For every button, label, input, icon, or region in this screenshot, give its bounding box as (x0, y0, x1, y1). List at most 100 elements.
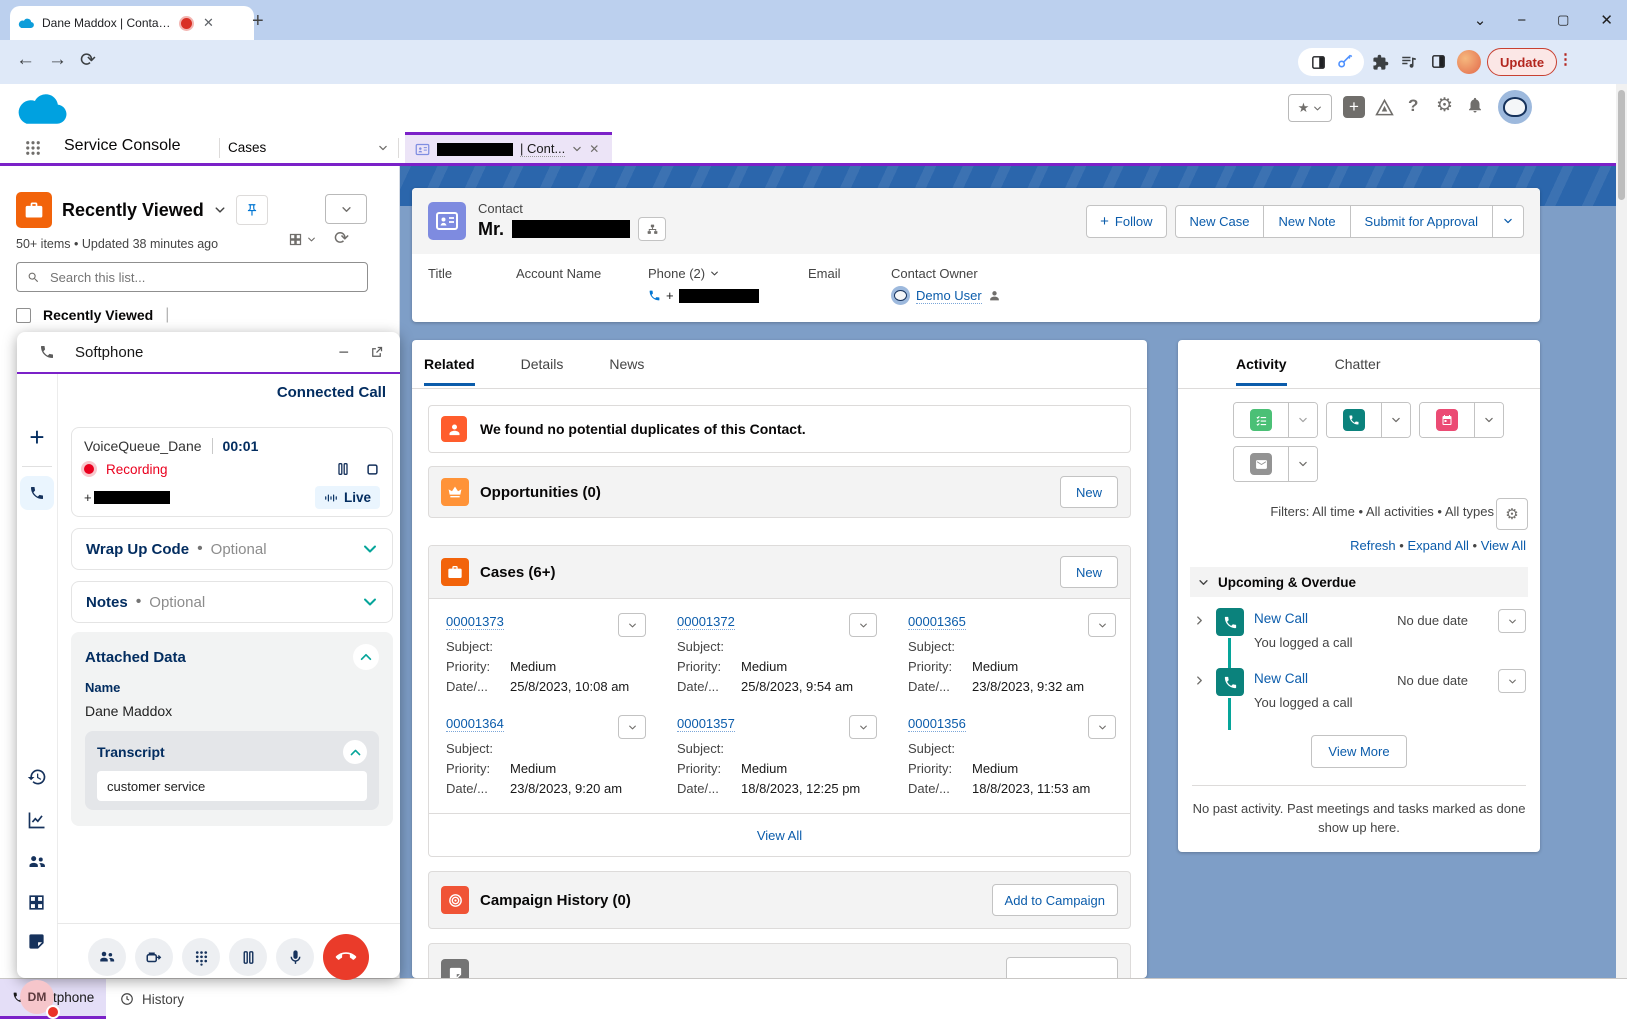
help-icon[interactable]: ? (1408, 96, 1418, 116)
tab-activity[interactable]: Activity (1236, 342, 1287, 386)
window-maximize-button[interactable]: ▢ (1557, 12, 1569, 28)
email-chevron-button[interactable] (1288, 447, 1317, 481)
nav-item-cases[interactable]: Cases (228, 132, 388, 163)
notes-section[interactable]: Notes • Optional (71, 581, 393, 623)
new-event-button[interactable] (1420, 403, 1474, 437)
tab-news[interactable]: News (609, 342, 644, 386)
console-tab-contact[interactable]: | Cont... ✕ (405, 132, 612, 163)
pin-button[interactable] (236, 195, 268, 225)
case-link[interactable]: 00001373 (446, 614, 504, 630)
tab-close-icon[interactable]: ✕ (589, 142, 599, 156)
tab-search-chevron-icon[interactable]: ⌄ (1474, 11, 1487, 29)
follow-button[interactable]: + Follow (1086, 205, 1166, 238)
case-link[interactable]: 00001356 (908, 716, 966, 732)
browser-profile-avatar[interactable] (1457, 50, 1481, 74)
transcript-value[interactable]: customer service (97, 771, 367, 801)
refresh-link[interactable]: Refresh (1350, 538, 1396, 553)
owner-link[interactable]: Demo User (916, 288, 982, 304)
collapse-button[interactable] (353, 644, 379, 670)
global-actions-icon[interactable]: + (1343, 96, 1365, 118)
history-icon[interactable] (27, 767, 47, 787)
app-launcher-waffle-icon[interactable] (24, 139, 42, 157)
stop-recording-icon[interactable] (365, 462, 380, 477)
pause-recording-icon[interactable] (335, 461, 351, 477)
case-link[interactable]: 00001357 (677, 716, 735, 732)
new-task-button[interactable] (1234, 403, 1288, 437)
new-opportunity-button[interactable]: New (1060, 476, 1118, 508)
minimize-icon[interactable]: − (338, 347, 349, 357)
browser-menu-kebab-icon[interactable]: ⋮ (1558, 50, 1573, 68)
submit-for-approval-button[interactable]: Submit for Approval (1351, 206, 1493, 237)
item-menu-button[interactable] (1498, 669, 1526, 693)
contacts-icon[interactable] (27, 852, 47, 872)
browser-reload-button[interactable]: ⟳ (80, 49, 96, 72)
new-call-link[interactable]: New Call (1254, 671, 1308, 686)
softphone-add-button[interactable]: + (17, 422, 57, 453)
tab-close-icon[interactable]: ✕ (203, 15, 214, 31)
list-search[interactable] (16, 262, 368, 292)
row-checkbox[interactable] (16, 308, 31, 323)
expand-all-link[interactable]: Expand All (1407, 538, 1468, 553)
new-tab-button[interactable]: + (252, 10, 264, 33)
case-menu-button[interactable] (849, 715, 877, 739)
email-button[interactable] (1234, 447, 1288, 481)
task-chevron-button[interactable] (1288, 403, 1317, 437)
expand-chevron-icon[interactable] (1194, 615, 1205, 626)
new-case-button[interactable]: New Case (1176, 206, 1265, 237)
hierarchy-button[interactable] (638, 217, 666, 241)
conference-button[interactable] (88, 938, 126, 976)
view-all-link[interactable]: View All (1481, 538, 1526, 553)
chevron-down-icon[interactable] (362, 541, 378, 557)
mute-button[interactable] (276, 938, 314, 976)
item-menu-button[interactable] (1498, 609, 1526, 633)
log-call-button[interactable] (1327, 403, 1381, 437)
list-view-title[interactable]: Recently Viewed (62, 200, 204, 221)
case-menu-button[interactable] (1088, 715, 1116, 739)
tab-chevron-icon[interactable] (572, 144, 582, 154)
case-menu-button[interactable] (618, 715, 646, 739)
phone-chevron-icon[interactable] (710, 269, 719, 278)
chevron-down-icon[interactable] (378, 143, 388, 153)
side-panel-icon[interactable] (1430, 53, 1447, 70)
campaign-history-title[interactable]: Campaign History (0) (480, 892, 631, 909)
playlist-icon[interactable] (1400, 53, 1418, 71)
end-call-button[interactable] (323, 934, 369, 980)
softphone-calls-view-button[interactable] (20, 476, 54, 510)
browser-update-button[interactable]: Update (1487, 48, 1557, 76)
cases-title[interactable]: Cases (6+) (480, 564, 555, 581)
display-as-button[interactable] (288, 232, 316, 247)
new-call-link[interactable]: New Call (1254, 611, 1308, 626)
utility-history-tab[interactable]: History (120, 979, 184, 1019)
case-link[interactable]: 00001372 (677, 614, 735, 630)
transfer-button[interactable] (135, 938, 173, 976)
page-scrollbar-thumb[interactable] (1618, 90, 1625, 200)
new-note-button[interactable]: New Note (1264, 206, 1350, 237)
browser-back-button[interactable]: ← (16, 49, 35, 71)
extension-reader-icon[interactable] (1310, 54, 1327, 71)
live-badge[interactable]: Live (315, 486, 380, 509)
case-menu-button[interactable] (1088, 613, 1116, 637)
partial-card-button[interactable] (1006, 957, 1118, 978)
dialpad-button[interactable] (182, 938, 220, 976)
new-case-button[interactable]: New (1060, 556, 1118, 588)
window-close-button[interactable]: ✕ (1600, 11, 1613, 29)
case-menu-button[interactable] (618, 613, 646, 637)
favorites-star-icon[interactable]: ★ (1298, 100, 1310, 116)
popout-icon[interactable] (369, 345, 384, 360)
case-menu-button[interactable] (849, 613, 877, 637)
call-chevron-button[interactable] (1381, 403, 1410, 437)
more-actions-chevron-button[interactable] (1493, 206, 1523, 237)
case-link[interactable]: 00001365 (908, 614, 966, 630)
user-avatar[interactable] (1498, 90, 1532, 124)
wrapup-section[interactable]: Wrap Up Code • Optional (71, 528, 393, 570)
window-minimize-button[interactable]: − (1517, 12, 1526, 29)
view-more-button[interactable]: View More (1311, 735, 1406, 768)
extensions-puzzle-icon[interactable] (1372, 54, 1389, 71)
change-owner-icon[interactable] (988, 289, 1001, 302)
chevron-down-icon[interactable] (362, 594, 378, 610)
list-actions-menu-button[interactable] (325, 194, 367, 224)
setup-gear-icon[interactable]: ⚙ (1436, 94, 1453, 117)
case-link[interactable]: 00001364 (446, 716, 504, 732)
notes-icon[interactable] (27, 932, 46, 951)
page-scrollbar[interactable] (1616, 84, 1627, 978)
